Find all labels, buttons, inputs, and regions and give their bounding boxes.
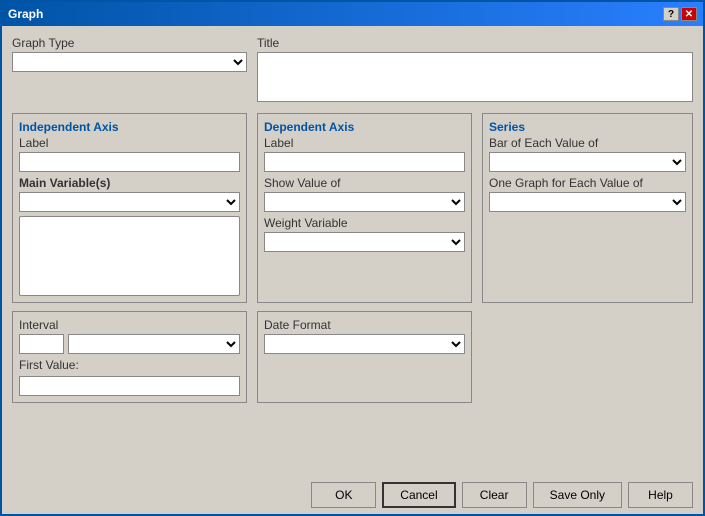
one-graph-label: One Graph for Each Value of xyxy=(489,176,686,190)
graph-type-section: Graph Type xyxy=(12,36,247,105)
clear-button[interactable]: Clear xyxy=(462,482,527,508)
interval-label: Interval xyxy=(19,318,240,332)
bar-each-label: Bar of Each Value of xyxy=(489,136,686,150)
independent-axis-section-label: Independent Axis xyxy=(19,120,240,134)
weight-variable-select[interactable] xyxy=(264,232,465,252)
content-area: Graph Type Title Independent Axis Label … xyxy=(2,26,703,476)
first-value-label: First Value: xyxy=(19,358,240,372)
main-variables-select[interactable] xyxy=(19,192,240,212)
title-input[interactable] xyxy=(257,52,693,102)
interval-type-select[interactable] xyxy=(68,334,240,354)
title-bar-buttons: ? ✕ xyxy=(663,7,697,21)
series-box: Series Bar of Each Value of One Graph fo… xyxy=(482,113,693,303)
save-only-button[interactable]: Save Only xyxy=(533,482,622,508)
date-format-box: Date Format xyxy=(257,311,472,403)
top-row: Graph Type Title xyxy=(12,36,693,105)
dependent-axis-box: Dependent Axis Label Show Value of Weigh… xyxy=(257,113,472,303)
help-button[interactable]: Help xyxy=(628,482,693,508)
dialog-title: Graph xyxy=(8,7,43,21)
date-format-label: Date Format xyxy=(264,318,465,332)
date-format-select[interactable] xyxy=(264,334,465,354)
help-title-button[interactable]: ? xyxy=(663,7,679,21)
bar-each-select[interactable] xyxy=(489,152,686,172)
graph-type-label: Graph Type xyxy=(12,36,247,50)
graph-type-select-container xyxy=(12,52,247,72)
button-row: OK Cancel Clear Save Only Help xyxy=(2,476,703,514)
bottom-row: Interval First Value: Date Format xyxy=(12,311,693,403)
cancel-button[interactable]: Cancel xyxy=(382,482,455,508)
dependent-axis-section-label: Dependent Axis xyxy=(264,120,465,134)
dependent-axis-label-input[interactable] xyxy=(264,152,465,172)
interval-box: Interval First Value: xyxy=(12,311,247,403)
interval-inputs xyxy=(19,334,240,354)
first-value-input[interactable] xyxy=(19,376,240,396)
title-section: Title xyxy=(257,36,693,105)
independent-axis-label-label: Label xyxy=(19,136,240,150)
independent-axis-box: Independent Axis Label Main Variable(s) xyxy=(12,113,247,303)
graph-dialog: Graph ? ✕ Graph Type Title xyxy=(0,0,705,516)
independent-axis-label-input[interactable] xyxy=(19,152,240,172)
title-bar: Graph ? ✕ xyxy=(2,2,703,26)
title-field-label: Title xyxy=(257,36,693,50)
middle-row: Independent Axis Label Main Variable(s) … xyxy=(12,113,693,303)
dependent-axis-label-label: Label xyxy=(264,136,465,150)
weight-variable-label: Weight Variable xyxy=(264,216,465,230)
main-variables-listbox[interactable] xyxy=(19,216,240,296)
show-value-select[interactable] xyxy=(264,192,465,212)
ok-button[interactable]: OK xyxy=(311,482,376,508)
one-graph-select[interactable] xyxy=(489,192,686,212)
close-title-button[interactable]: ✕ xyxy=(681,7,697,21)
interval-num-input[interactable] xyxy=(19,334,64,354)
show-value-label: Show Value of xyxy=(264,176,465,190)
main-variables-label: Main Variable(s) xyxy=(19,176,240,190)
graph-type-select[interactable] xyxy=(12,52,247,72)
series-section-label: Series xyxy=(489,120,686,134)
